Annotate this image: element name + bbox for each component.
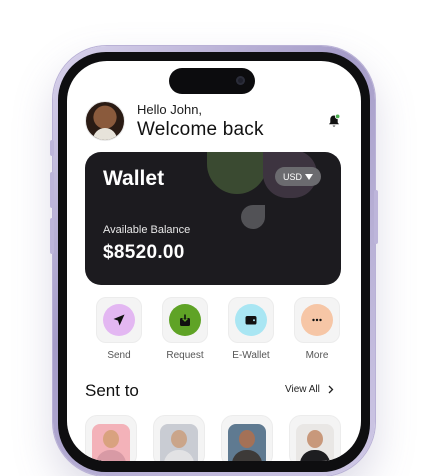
wallet-card[interactable]: Wallet USD Available Balance $8520.00	[85, 152, 341, 285]
e-wallet-button[interactable]: E-Wallet	[228, 297, 274, 361]
volume-down-button	[50, 218, 54, 254]
section-title: Sent to	[85, 381, 139, 400]
send-label: Send	[107, 350, 131, 361]
bell-icon[interactable]	[326, 113, 342, 129]
balance-label: Available Balance	[103, 224, 191, 236]
greeting-text: Hello John,	[137, 102, 203, 117]
chevron-right-icon	[328, 385, 334, 394]
wallet-title: Wallet	[103, 167, 165, 190]
card-decoration	[207, 152, 267, 194]
request-button[interactable]: Request	[162, 297, 208, 361]
dynamic-island	[169, 68, 255, 94]
volume-up-button	[50, 172, 54, 208]
camera-icon	[236, 76, 245, 85]
request-label: Request	[166, 350, 204, 361]
download-icon	[169, 304, 201, 336]
contact-avatar[interactable]	[85, 415, 137, 461]
power-button	[374, 190, 378, 244]
contact-avatar[interactable]	[153, 415, 205, 461]
currency-dropdown[interactable]: USD	[275, 167, 321, 186]
e-wallet-label: E-Wallet	[232, 350, 270, 361]
more-label: More	[305, 350, 329, 361]
more-button[interactable]: More	[294, 297, 340, 361]
contact-avatar[interactable]	[221, 415, 273, 461]
app-screen: Hello John, Welcome back Wallet USD Avai…	[67, 61, 361, 461]
currency-label: USD	[282, 171, 302, 182]
send-button[interactable]: Send	[96, 297, 142, 361]
contact-avatar[interactable]	[289, 415, 341, 461]
view-all-link[interactable]: View All	[285, 384, 334, 395]
card-decoration	[241, 205, 265, 229]
balance-amount: $8520.00	[103, 242, 185, 263]
avatar[interactable]	[85, 101, 125, 141]
wallet-icon	[235, 304, 267, 336]
mute-switch	[50, 140, 54, 156]
view-all-label: View All	[285, 384, 320, 395]
more-icon	[301, 304, 333, 336]
page-title: Welcome back	[137, 119, 264, 140]
chevron-down-icon	[305, 173, 313, 180]
send-icon	[103, 304, 135, 336]
